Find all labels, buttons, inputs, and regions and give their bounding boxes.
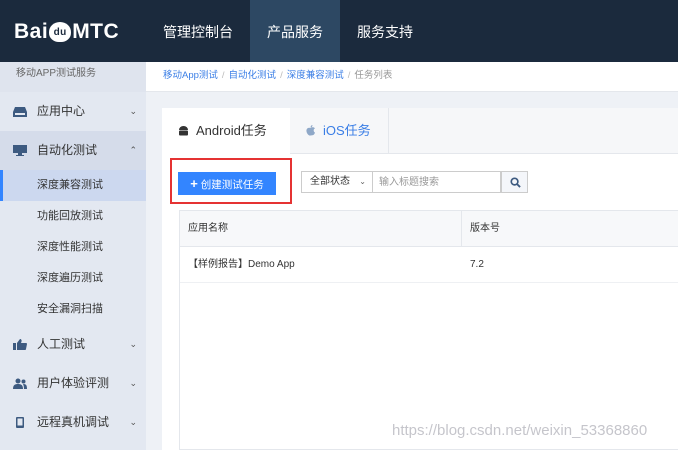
sidebar-subitem-replay-test[interactable]: 功能回放测试 bbox=[0, 201, 146, 232]
sidebar-subitem-perf-test[interactable]: 深度性能测试 bbox=[0, 232, 146, 263]
breadcrumb-link[interactable]: 自动化测试 bbox=[229, 70, 277, 81]
breadcrumb-link[interactable]: 深度兼容测试 bbox=[287, 70, 344, 81]
tab-label: Android任务 bbox=[196, 123, 267, 138]
search-button[interactable] bbox=[501, 171, 528, 193]
chevron-down-icon: ⌄ bbox=[129, 417, 137, 427]
sidebar-title: 移动APP测试服务 bbox=[0, 62, 146, 92]
top-header: Bai du MTC 管理控制台 产品服务 服务支持 bbox=[0, 0, 678, 62]
chevron-down-icon: ⌄ bbox=[129, 378, 137, 388]
breadcrumb-link[interactable]: 移动App测试 bbox=[163, 70, 218, 81]
sidebar-item-remote-debug[interactable]: 远程真机调试 ⌄ bbox=[0, 403, 146, 442]
tab-android[interactable]: Android任务 bbox=[162, 108, 290, 155]
breadcrumb-bar: 移动App测试 / 自动化测试 / 深度兼容测试 / 任务列表 bbox=[146, 62, 678, 92]
watermark-text: https://blog.csdn.net/weixin_53368860 bbox=[392, 422, 648, 439]
chevron-down-icon: ⌄ bbox=[129, 106, 137, 116]
phone-icon bbox=[16, 417, 24, 428]
sidebar-subitem-traverse-test[interactable]: 深度遍历测试 bbox=[0, 263, 146, 294]
chevron-down-icon: ⌄ bbox=[359, 177, 366, 186]
chevron-up-icon: ⌃ bbox=[129, 145, 137, 155]
search-icon bbox=[510, 177, 521, 188]
status-filter-value: 全部状态 bbox=[310, 176, 350, 187]
column-header-version[interactable]: 版本号 bbox=[462, 211, 678, 247]
task-panel: Android任务 iOS任务 +创建测试任务 全部状态 ⌄ 应用名称 版本号 … bbox=[162, 108, 678, 450]
apple-icon bbox=[306, 125, 315, 136]
nav-products[interactable]: 产品服务 bbox=[250, 0, 340, 62]
nav-support[interactable]: 服务支持 bbox=[340, 0, 430, 62]
status-filter-select[interactable]: 全部状态 ⌄ bbox=[301, 171, 373, 193]
sidebar-item-label: 自动化测试 bbox=[37, 143, 98, 157]
logo-text-right: MTC bbox=[72, 20, 120, 43]
create-task-button[interactable]: + 创建测试任务 bbox=[178, 172, 276, 195]
top-nav: 管理控制台 产品服务 服务支持 bbox=[146, 0, 430, 62]
sidebar: 移动APP测试服务 应用中心 ⌄ 自动化测试 ⌃ 深度兼容测试 功能回放测试 深… bbox=[0, 62, 146, 450]
drive-icon bbox=[13, 107, 27, 117]
thumbs-up-icon bbox=[13, 339, 27, 350]
users-icon bbox=[13, 378, 27, 389]
sidebar-item-label: 用户体验评测 bbox=[37, 376, 110, 390]
sidebar-item-label: 人工测试 bbox=[37, 337, 86, 351]
sidebar-item-manual-test[interactable]: 人工测试 ⌄ bbox=[0, 325, 146, 364]
task-table: 应用名称 版本号 【样例报告】Demo App 7.2 bbox=[179, 210, 678, 450]
chevron-down-icon: ⌄ bbox=[129, 339, 137, 349]
platform-tabs: Android任务 iOS任务 bbox=[162, 108, 678, 155]
table-cell-app-name[interactable]: 【样例报告】Demo App bbox=[180, 247, 462, 283]
nav-console[interactable]: 管理控制台 bbox=[146, 0, 250, 62]
create-task-label: 创建测试任务 bbox=[200, 179, 264, 191]
android-icon bbox=[179, 126, 188, 136]
sidebar-item-label: 应用中心 bbox=[37, 104, 86, 118]
sidebar-item-automation[interactable]: 自动化测试 ⌃ bbox=[0, 131, 146, 170]
column-header-app-name[interactable]: 应用名称 bbox=[180, 211, 462, 247]
monitor-icon bbox=[13, 145, 27, 156]
plus-icon: + bbox=[190, 176, 198, 191]
paw-icon: du bbox=[49, 22, 72, 42]
table-cell-version: 7.2 bbox=[462, 247, 678, 283]
sidebar-item-app-center[interactable]: 应用中心 ⌄ bbox=[0, 92, 146, 131]
sidebar-subitem-security-scan[interactable]: 安全漏洞扫描 bbox=[0, 294, 146, 325]
baidu-mtc-logo[interactable]: Bai du MTC bbox=[14, 20, 119, 44]
title-search-input[interactable] bbox=[373, 171, 501, 193]
sidebar-item-label: 远程真机调试 bbox=[37, 415, 110, 429]
logo-text-left: Bai bbox=[14, 20, 49, 43]
tab-ios[interactable]: iOS任务 bbox=[290, 108, 389, 154]
sidebar-subitem-compat-test[interactable]: 深度兼容测试 bbox=[0, 170, 146, 201]
breadcrumb: 移动App测试 / 自动化测试 / 深度兼容测试 / 任务列表 bbox=[163, 70, 393, 81]
breadcrumb-current: 任务列表 bbox=[354, 70, 393, 81]
sidebar-item-ux-eval[interactable]: 用户体验评测 ⌄ bbox=[0, 364, 146, 403]
tab-label: iOS任务 bbox=[323, 123, 371, 138]
